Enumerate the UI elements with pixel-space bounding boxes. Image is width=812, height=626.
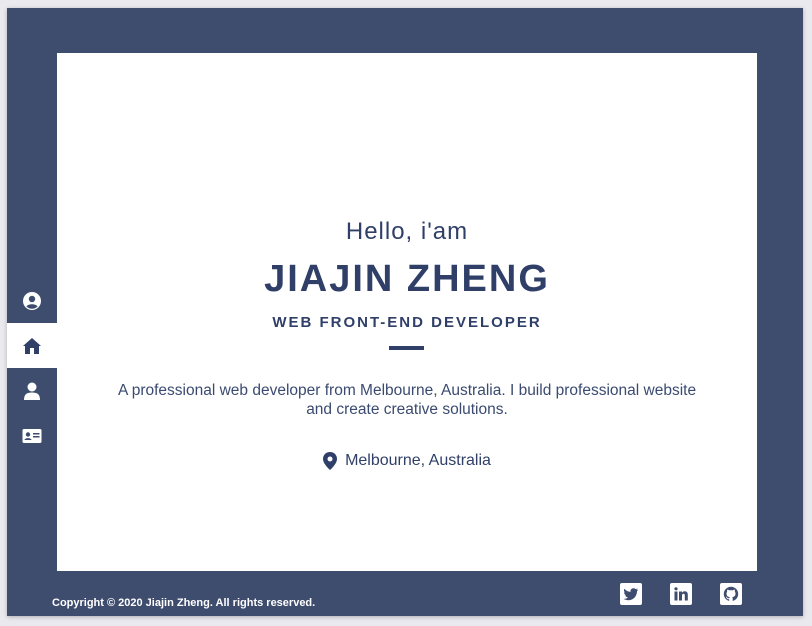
copyright-text: Copyright © 2020 Jiajin Zheng. All right… [52,597,316,609]
twitter-icon [623,588,639,601]
hero-name: JIAJIN ZHENG [264,258,550,300]
page-frame: Hello, i'am JIAJIN ZHENG WEB FRONT-END D… [7,8,803,616]
home-icon [23,337,41,354]
hero-section: Hello, i'am JIAJIN ZHENG WEB FRONT-END D… [57,53,757,571]
greeting-text: Hello, i'am [345,218,469,245]
sidebar-item-account[interactable] [7,278,57,323]
sidebar-item-contact[interactable] [7,413,57,458]
main-card: Hello, i'am JIAJIN ZHENG WEB FRONT-END D… [57,53,757,571]
user-icon [24,382,40,400]
id-card-icon [22,428,42,443]
sidebar-item-about[interactable] [7,368,57,413]
twitter-link[interactable] [620,583,642,605]
sidebar-item-home[interactable] [7,323,57,368]
social-links [620,583,742,605]
github-link[interactable] [720,583,742,605]
map-pin-icon [323,452,338,470]
sidebar-nav [7,278,57,458]
location: Melbourne, Australia [57,452,757,470]
user-circle-icon [23,291,41,310]
hero-description: A professional web developer from Melbou… [117,382,697,418]
location-text: Melbourne, Australia [345,452,491,469]
github-icon [723,586,739,601]
linkedin-link[interactable] [670,583,692,605]
linkedin-icon [674,587,688,601]
divider [389,346,424,350]
hero-role: WEB FRONT-END DEVELOPER [272,314,542,331]
